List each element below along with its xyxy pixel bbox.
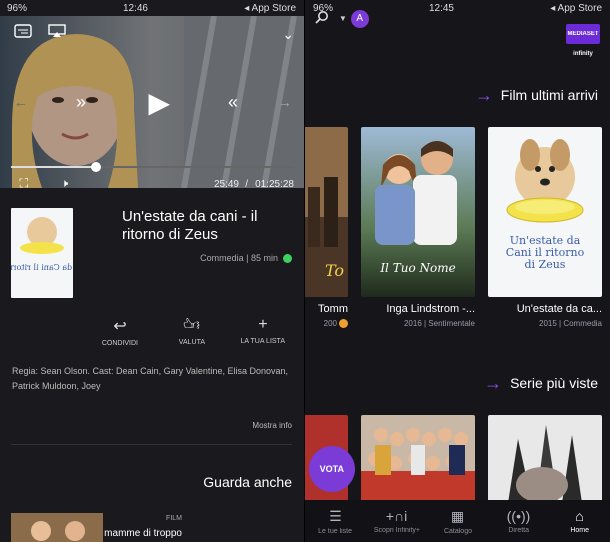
tab-label: Home [570, 527, 589, 534]
series-row: VOTA [305, 415, 610, 503]
time-readout: 01:25:28 / 25:49 [213, 179, 294, 188]
thumbs-icon: 👍︎ [183, 317, 200, 334]
avatar[interactable]: A [351, 10, 369, 28]
status-time: 12:46 [123, 2, 149, 14]
live-icon: ((•)) [506, 508, 531, 524]
share-button[interactable]: ↪ CONDIVIDI [89, 316, 151, 347]
infinity-plus-icon: i∩+ [385, 508, 408, 524]
seek-bar[interactable] [11, 162, 294, 172]
mirrored-stage: ◂ App Store 12:45 96% MEDIASET infinity … [0, 0, 610, 542]
credits-text: Regia: Sean Olson. Cast: Dean Cain, Gary… [12, 366, 288, 391]
duration: 01:25:28 [255, 179, 294, 188]
divider [11, 444, 292, 445]
tab-diretta[interactable]: ((•)) Diretta [488, 500, 549, 542]
series-card[interactable] [488, 415, 602, 503]
detail-poster: Un'estate da Cani il ritorno di Zeus [11, 208, 73, 298]
section-films-header[interactable]: Film ultimi arrivi → [305, 84, 610, 106]
arrow-previous-icon[interactable]: → [14, 94, 28, 110]
tab-label: Le tue liste [318, 527, 353, 535]
status-bar: ◂ App Store 12:46 96% [0, 0, 304, 16]
tab-scopri-infinity[interactable]: i∩+ Scopri Infinity+ [366, 500, 427, 542]
see-also-title: Guarda anche [203, 474, 292, 490]
chevron-down-icon[interactable]: ⌄ [282, 26, 294, 43]
content-meta: Commedia | 85 min [200, 253, 292, 263]
tab-label: Diretta [508, 527, 529, 534]
availability-dot [283, 253, 292, 263]
status-battery: 96% [7, 2, 28, 14]
rate-button[interactable]: 👍︎ VALUTA [161, 316, 223, 347]
fullscreen-icon[interactable]: ⛶ [20, 176, 28, 188]
arrow-left-icon[interactable]: → [475, 85, 493, 106]
skip-forward-icon[interactable]: » [228, 92, 238, 113]
film-title: Un'estate da ca... [516, 303, 602, 315]
chevron-down-icon[interactable]: ▼ [339, 14, 347, 23]
player-screen: ◂ App Store 12:46 96% ⌄ ← » ◀ « → 01:25:… [0, 0, 305, 542]
tab-label: Catalogo [443, 527, 472, 535]
brand-logo[interactable]: MEDIASET infinity [566, 24, 600, 57]
vote-button[interactable]: VOTA [309, 446, 355, 492]
series-card[interactable] [361, 415, 475, 503]
poster-title-text: Il Tuo Nome [380, 261, 456, 275]
bottom-tab-bar: ⌂ Home ((•)) Diretta ▦ Catalogo i∩+ Scop… [305, 500, 610, 542]
film-meta: 2015 | Commedia [539, 319, 602, 328]
action-bar: + LA TUA LISTA 👍︎ VALUTA ↪ CONDIVIDI [89, 316, 294, 347]
video-player[interactable]: ⌄ ← » ◀ « → 01:25:28 / 25:49 🔈︎ ⛶ [0, 16, 304, 188]
related-thumbnail[interactable] [11, 513, 103, 542]
list-icon: ☰ [329, 507, 342, 524]
home-screen: ◂ App Store 12:45 96% MEDIASET infinity … [305, 0, 610, 542]
film-card[interactable]: Il Tuo Nome Inga Lindstrom -... 2016 | S… [361, 127, 475, 328]
section-films-title: Film ultimi arrivi [500, 87, 598, 103]
section-series-title: Serie più viste [510, 375, 598, 391]
film-meta: 200 [323, 319, 337, 328]
film-meta: 2016 | Sentimentale [403, 319, 475, 328]
section-series-header[interactable]: Serie più viste → [305, 372, 610, 394]
seek-bar-fill [11, 166, 96, 168]
arrow-next-icon[interactable]: ← [278, 94, 292, 110]
tab-le-tue-liste[interactable]: ☰ Le tue liste [305, 500, 366, 542]
subtitles-icon[interactable] [14, 24, 32, 38]
film-title: Inga Lindstrom -... [386, 303, 475, 315]
film-poster: Un'estate da Cani il ritorno di Zeus [488, 127, 602, 297]
play-icon[interactable]: ◀ [148, 86, 170, 119]
share-icon: ↪ [113, 318, 127, 335]
film-card[interactable]: To Tomm 200 [305, 127, 348, 329]
status-carrier: ◂ App Store [550, 2, 602, 14]
show-more-link[interactable]: Mostra info [252, 421, 292, 430]
current-time: 25:49 [213, 179, 239, 188]
related-kind: FILM [166, 515, 182, 522]
grid-icon: ▦ [450, 507, 465, 524]
svg-text:Un'estate da Cani il ritorno d: Un'estate da Cani il ritorno di Zeus [11, 263, 73, 272]
film-card[interactable]: Un'estate da Cani il ritorno di Zeus Un'… [488, 127, 602, 328]
plus-icon: + [258, 316, 268, 333]
status-carrier: ◂ App Store [244, 2, 296, 14]
volume-icon[interactable]: 🔈︎ [61, 176, 68, 188]
poster-title-text: Un'estate da Cani il ritorno di Zeus [505, 234, 585, 271]
arrow-left-icon[interactable]: → [484, 373, 502, 394]
add-to-list-button[interactable]: + LA TUA LISTA [232, 316, 294, 347]
status-time: 12:45 [429, 2, 455, 14]
film-poster: Il Tuo Nome [361, 127, 475, 297]
status-dot [339, 319, 348, 329]
airplay-icon[interactable] [48, 24, 66, 38]
films-row: Un'estate da Cani il ritorno di Zeus Un'… [305, 127, 610, 329]
home-icon: ⌂ [575, 508, 584, 524]
skip-back-icon[interactable]: « [76, 92, 86, 113]
film-poster: To [305, 127, 348, 297]
status-bar: ◂ App Store 12:45 96% [305, 0, 610, 16]
seek-knob[interactable] [90, 162, 101, 172]
tab-catalogo[interactable]: ▦ Catalogo [427, 500, 488, 542]
film-title: Tomm [318, 303, 348, 315]
tab-home[interactable]: ⌂ Home [549, 500, 610, 542]
poster-title-text: To [324, 261, 344, 280]
content-title: Un'estate da cani - il ritorno di Zeus [122, 208, 258, 243]
tab-label: Scopri Infinity+ [373, 527, 420, 534]
search-icon[interactable] [315, 10, 329, 24]
